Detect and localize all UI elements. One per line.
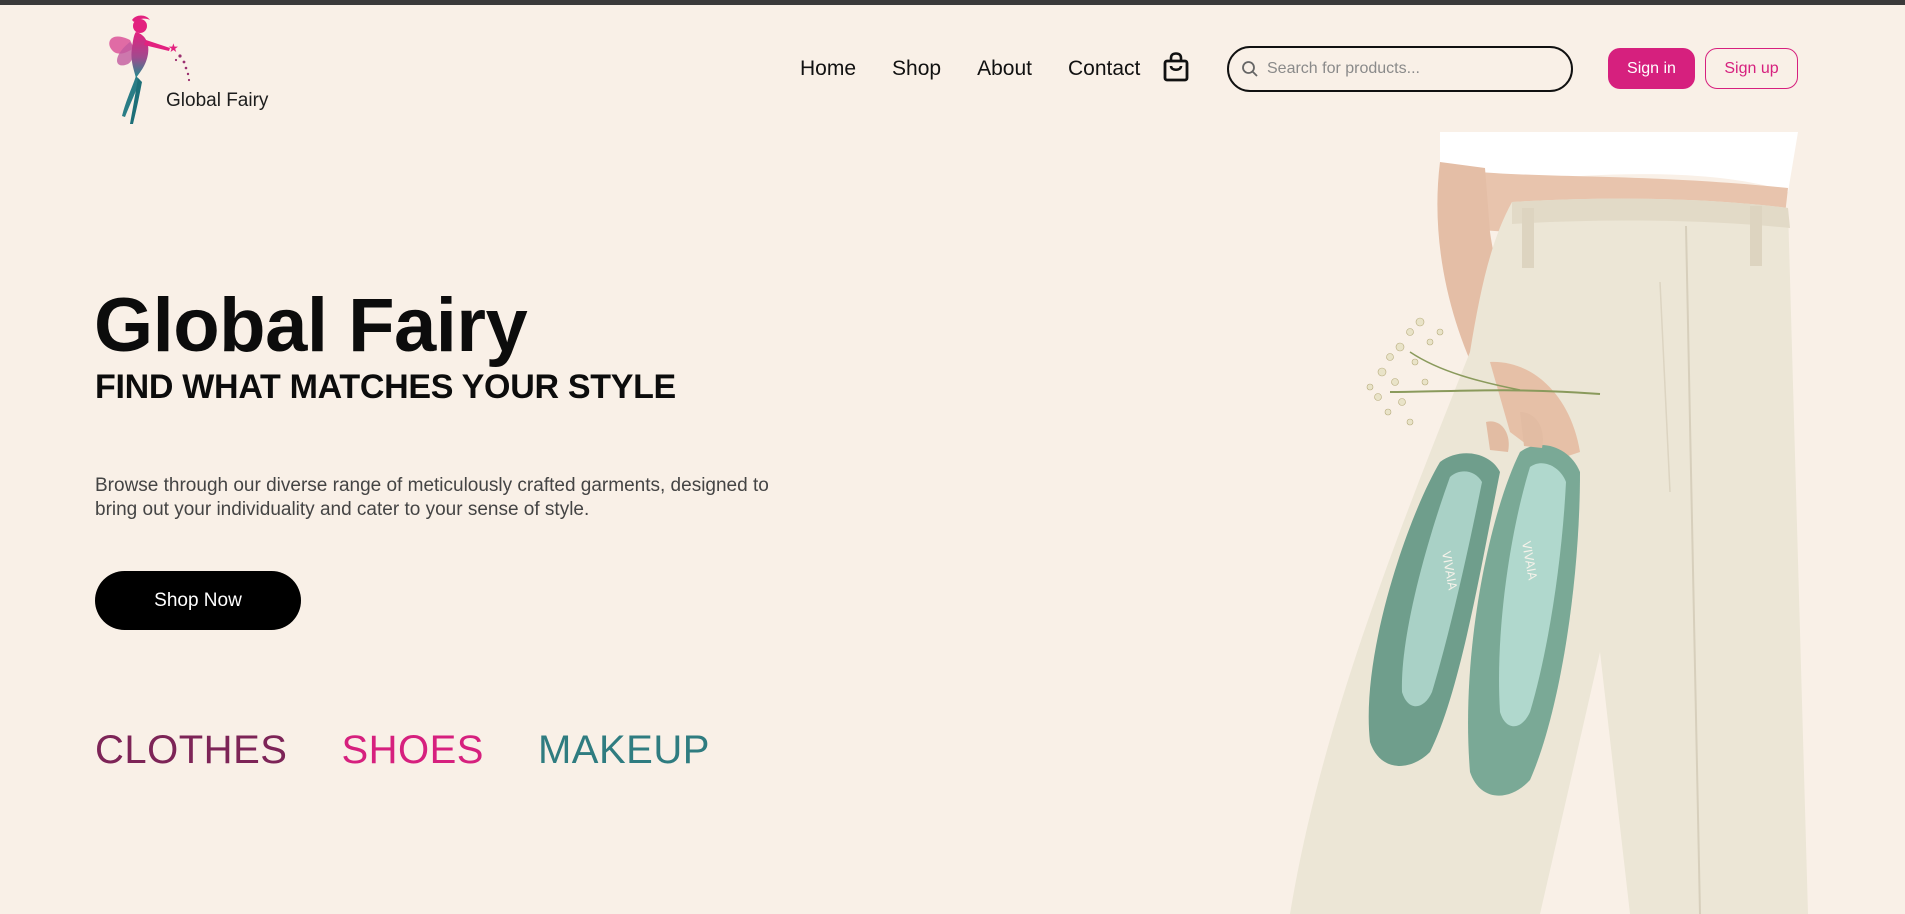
- hero-image: VIVAIA VIVAIA: [1290, 132, 1808, 914]
- category-clothes-link[interactable]: CLOTHES: [95, 728, 287, 773]
- logo-text: Global Fairy: [166, 90, 269, 111]
- category-shoes-link[interactable]: SHOES: [341, 728, 484, 773]
- search-icon: [1242, 61, 1258, 77]
- nav-contact-link[interactable]: Contact: [1068, 56, 1140, 82]
- category-makeup-link[interactable]: MAKEUP: [538, 728, 710, 773]
- shop-now-button[interactable]: Shop Now: [95, 571, 301, 630]
- cart-button[interactable]: [1162, 52, 1190, 82]
- hero-subtitle: FIND WHAT MATCHES YOUR STYLE: [95, 368, 676, 406]
- search-input[interactable]: [1267, 60, 1557, 78]
- nav-home-link[interactable]: Home: [800, 56, 856, 82]
- sign-in-button[interactable]: Sign in: [1608, 48, 1695, 89]
- fairy-icon: ★: [109, 15, 191, 124]
- shopping-bag-icon: [1163, 52, 1189, 82]
- top-border: [0, 0, 1905, 5]
- sign-up-button[interactable]: Sign up: [1705, 48, 1798, 89]
- search-bar[interactable]: [1227, 46, 1573, 92]
- nav-about-link[interactable]: About: [977, 56, 1032, 82]
- category-links: CLOTHES SHOES MAKEUP: [95, 728, 710, 773]
- svg-text:★: ★: [168, 41, 179, 55]
- nav-shop-link[interactable]: Shop: [892, 56, 941, 82]
- hero-description: Browse through our diverse range of meti…: [95, 475, 769, 520]
- main-nav: Home Shop About Contact: [800, 56, 1140, 82]
- hero-title: Global Fairy: [94, 283, 528, 368]
- brand-logo[interactable]: ★ Global Fairy: [100, 12, 280, 132]
